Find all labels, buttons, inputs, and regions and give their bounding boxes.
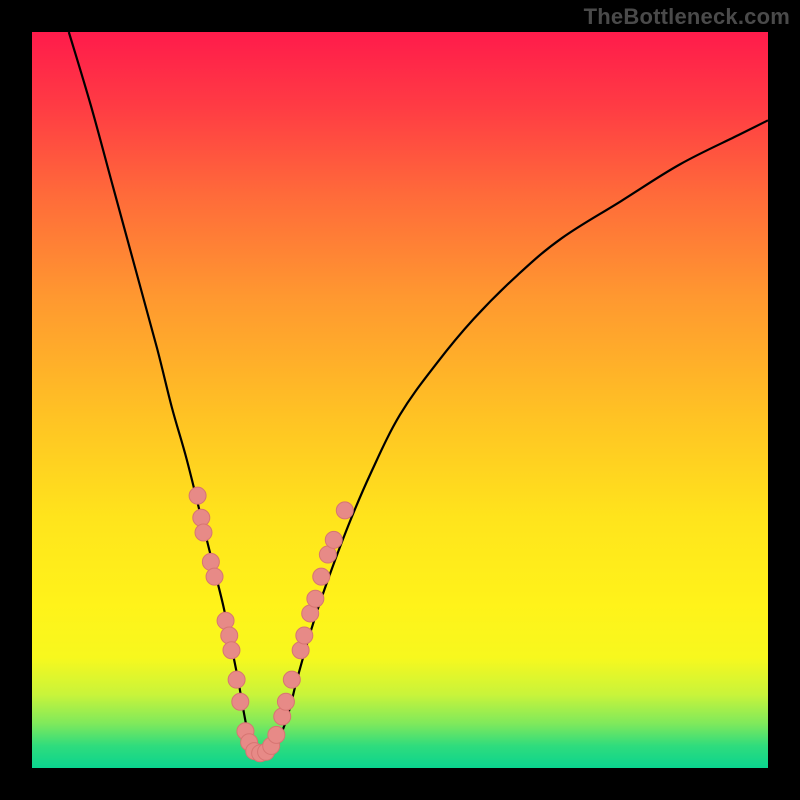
data-marker bbox=[336, 502, 353, 519]
data-marker bbox=[221, 627, 238, 644]
data-marker bbox=[292, 642, 309, 659]
data-marker bbox=[268, 726, 285, 743]
data-marker bbox=[202, 553, 219, 570]
data-marker bbox=[189, 487, 206, 504]
data-marker bbox=[325, 531, 342, 548]
bottleneck-curve bbox=[69, 32, 768, 754]
data-marker bbox=[296, 627, 313, 644]
curve-svg bbox=[32, 32, 768, 768]
data-marker bbox=[232, 693, 249, 710]
data-marker bbox=[277, 693, 294, 710]
data-marker bbox=[223, 642, 240, 659]
data-marker bbox=[195, 524, 212, 541]
data-marker bbox=[283, 671, 300, 688]
chart-frame: TheBottleneck.com bbox=[0, 0, 800, 800]
data-marker bbox=[217, 612, 234, 629]
data-marker bbox=[274, 708, 291, 725]
data-marker bbox=[313, 568, 330, 585]
data-marker bbox=[193, 509, 210, 526]
data-marker bbox=[307, 590, 324, 607]
data-marker bbox=[206, 568, 223, 585]
data-markers bbox=[189, 487, 353, 762]
plot-area bbox=[32, 32, 768, 768]
watermark-text: TheBottleneck.com bbox=[584, 4, 790, 30]
data-marker bbox=[228, 671, 245, 688]
